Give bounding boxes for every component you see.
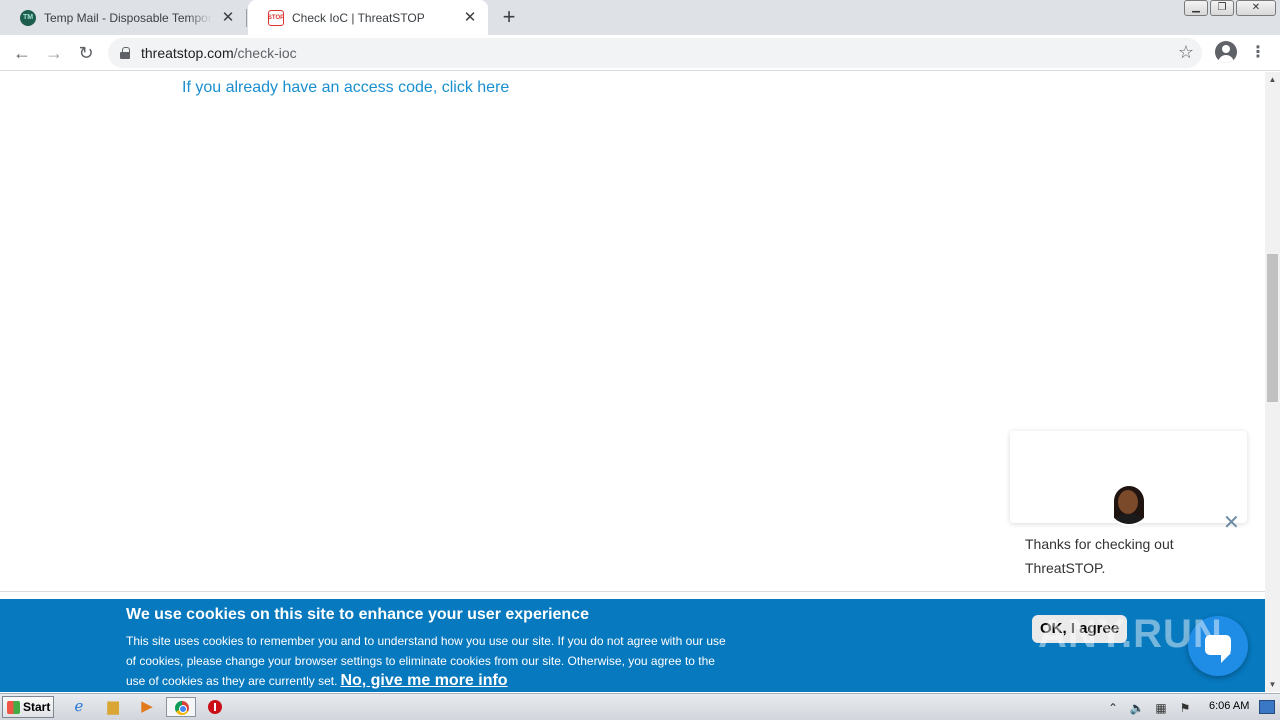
chrome-logo-icon	[175, 701, 189, 715]
action-center-flag-icon[interactable]: ⚑	[1176, 701, 1194, 715]
cookie-banner-text: This site uses cookies to remember you a…	[126, 632, 736, 692]
scroll-down-arrow-icon[interactable]: ▼	[1265, 677, 1280, 692]
tab-title: Temp Mail - Disposable Temporary Email	[44, 10, 212, 25]
network-icon[interactable]: ▦	[1152, 701, 1170, 715]
tab-tempmail[interactable]: TM Temp Mail - Disposable Temporary Emai…	[0, 0, 246, 35]
tray-expand-icon[interactable]: ⌃	[1104, 701, 1122, 715]
profile-avatar-icon[interactable]	[1215, 41, 1237, 63]
tab-strip: TM Temp Mail - Disposable Temporary Emai…	[0, 0, 1280, 35]
page-viewport: If you already have an access code, clic…	[0, 72, 1280, 692]
windows-logo-icon	[7, 701, 20, 714]
avatar-face	[1118, 490, 1138, 514]
window-controls: ▁ ❐ ✕	[1184, 0, 1276, 16]
window-close-button[interactable]: ✕	[1236, 0, 1276, 16]
restore-button[interactable]: ❐	[1210, 0, 1234, 16]
page-divider	[0, 591, 1265, 592]
tempmail-favicon-icon: TM	[20, 9, 36, 26]
start-label: Start	[23, 700, 51, 714]
anyrun-watermark: ANY.RUN	[1038, 612, 1223, 656]
volume-icon[interactable]: 🔈	[1128, 701, 1146, 715]
tab-title: Check IoC | ThreatSTOP	[292, 10, 425, 25]
browser-toolbar: ← → ↻ threatstop.com/check-ioc ☆ ⋮	[0, 35, 1280, 71]
system-tray: ⌃ 🔈 ▦ ⚑	[1104, 694, 1194, 721]
chrome-taskbar-icon[interactable]	[166, 697, 196, 717]
forward-arrow-icon[interactable]: →	[42, 41, 66, 65]
windows-taskbar: Start ℯ ▆ ▶ ⌃ 🔈 ▦ ⚑ 6:06 AM	[0, 693, 1280, 720]
back-arrow-icon[interactable]: ←	[10, 41, 34, 65]
tab-close-icon[interactable]: ✕	[220, 9, 236, 26]
taskbar-clock[interactable]: 6:06 AM	[1209, 700, 1249, 712]
url-host: threatstop.com	[141, 45, 234, 61]
opera-icon[interactable]	[204, 697, 226, 717]
url-text: threatstop.com/check-ioc	[141, 45, 297, 61]
chat-message: Thanks for checking out ThreatSTOP.	[1025, 536, 1174, 576]
threatstop-favicon-icon: STOP	[268, 9, 284, 26]
tab-close-icon[interactable]: ✕	[462, 9, 478, 26]
chat-close-icon[interactable]: ✕	[1223, 513, 1240, 533]
access-code-link[interactable]: If you already have an access code, clic…	[182, 79, 509, 97]
kebab-menu-icon[interactable]: ⋮	[1250, 41, 1266, 65]
opera-logo-icon	[208, 700, 222, 714]
lock-icon	[120, 47, 130, 59]
scrollbar[interactable]: ▲ ▼	[1265, 72, 1280, 692]
url-path: /check-ioc	[233, 45, 297, 61]
media-player-icon[interactable]: ▶	[136, 697, 158, 717]
new-tab-button[interactable]: +	[498, 6, 520, 28]
minimize-button[interactable]: ▁	[1184, 0, 1208, 16]
scroll-thumb[interactable]	[1267, 254, 1278, 402]
tab-threatstop[interactable]: STOP Check IoC | ThreatSTOP ✕	[248, 0, 488, 35]
more-info-link[interactable]: No, give me more info	[340, 672, 507, 689]
internet-explorer-icon[interactable]: ℯ	[68, 697, 90, 717]
reload-icon[interactable]: ↻	[74, 41, 98, 65]
bookmark-star-icon[interactable]: ☆	[1178, 42, 1194, 63]
cookie-banner-title: We use cookies on this site to enhance y…	[126, 606, 589, 623]
scroll-up-arrow-icon[interactable]: ▲	[1265, 72, 1280, 87]
folder-icon[interactable]: ▆	[102, 697, 124, 717]
tab-separator	[246, 9, 247, 27]
show-desktop-icon[interactable]	[1259, 700, 1275, 714]
chat-agent-avatar	[1108, 482, 1150, 524]
start-button[interactable]: Start	[2, 696, 54, 718]
address-bar[interactable]: threatstop.com/check-ioc ☆	[108, 38, 1202, 68]
